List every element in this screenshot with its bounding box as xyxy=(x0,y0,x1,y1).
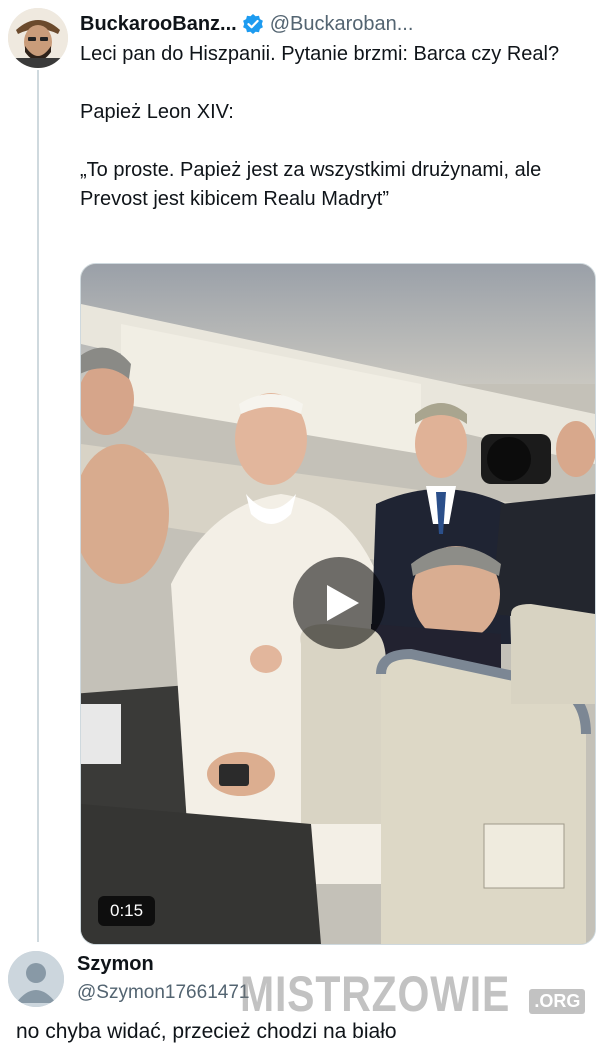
author-handle[interactable]: @Buckaroban... xyxy=(270,13,414,36)
verified-badge-icon xyxy=(242,13,264,35)
reply-display-name[interactable]: Szymon xyxy=(77,953,154,976)
watermark-suffix: .ORG xyxy=(529,989,586,1014)
tweet-header: BuckarooBanz... @Buckaroban... xyxy=(80,10,413,38)
default-user-icon xyxy=(8,951,64,1007)
site-watermark: MISTRZOWIE .ORG xyxy=(240,960,586,1022)
reply-text: no chyba widać, przecież chodzi na biało xyxy=(16,1020,397,1043)
watermark-text: MISTRZOWIE xyxy=(240,966,511,1022)
video-duration-badge: 0:15 xyxy=(98,896,156,926)
author-display-name[interactable]: BuckarooBanz... xyxy=(80,13,237,36)
video-play-button[interactable] xyxy=(293,557,385,649)
thread-line xyxy=(37,70,39,942)
author-avatar[interactable] xyxy=(8,8,68,68)
reply-handle[interactable]: @Szymon17661471 xyxy=(77,982,249,1004)
tweet-text: Leci pan do Hiszpanii. Pytanie brzmi: Ba… xyxy=(80,43,560,210)
play-icon xyxy=(327,585,359,621)
tweet-video[interactable]: 0:15 xyxy=(80,263,596,945)
reply-avatar[interactable] xyxy=(8,951,64,1007)
avatar-image xyxy=(8,8,68,68)
